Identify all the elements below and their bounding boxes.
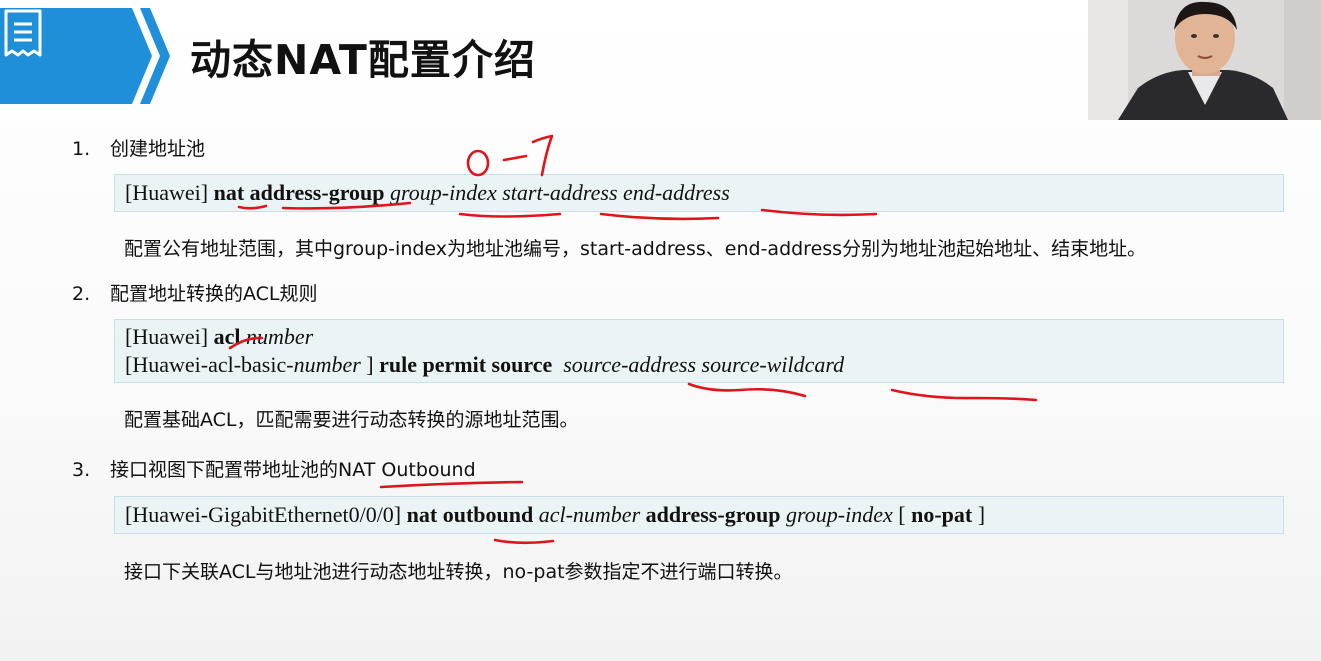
section-3-description: 接口下关联ACL与地址池进行动态地址转换，no-pat参数指定不进行端口转换。 [124,561,793,583]
section-label: 创建地址池 [110,138,206,160]
section-label: 接口视图下配置带地址池的NAT Outbound [110,459,476,481]
command-token-italic: acl-number [538,502,641,527]
section-2-heading: 2. 配置地址转换的ACL规则 [72,279,318,306]
command-token-normal: [Huawei] [125,324,214,349]
underline-source-address [687,382,807,398]
underline-source-wildcard [890,388,1038,402]
underline-nat-outbound-heading [379,480,524,489]
command-token-normal: ] [972,502,986,527]
annotation-zero-mark [466,149,490,177]
annotation-seven-mark [531,134,554,177]
underline-group-index [458,212,562,218]
page-title: 动态NAT配置介绍 [190,36,536,84]
section-number: 3. [72,459,91,481]
document-icon [4,9,42,57]
command-line: [Huawei] acl number [125,323,1273,351]
command-token-italic: group-index start-address end-address [390,180,730,205]
section-1-description: 配置公有地址范围，其中group-index为地址池编号，start-addre… [124,238,1147,260]
command-line: [Huawei] nat address-group group-index s… [125,175,1273,211]
command-token-bold: acl [213,324,241,349]
underline-nat-command [493,538,555,545]
command-box-3: [Huawei-GigabitEthernet0/0/0] nat outbou… [114,496,1284,534]
command-token-bold: no-pat [911,502,973,527]
command-token-normal: [ [892,502,912,527]
command-box-2: [Huawei] acl number [Huawei-acl-basic-num… [114,319,1284,383]
command-token-bold: address-group [645,502,781,527]
header-band [0,8,170,104]
underline-start-address [599,212,720,221]
command-token-italic: number [293,352,361,377]
section-number: 1. [72,138,91,160]
command-line: [Huawei-acl-basic-number ] rule permit s… [125,351,1273,379]
command-token-normal [552,352,563,377]
annotation-text: 0-7 [477,167,479,169]
command-token-normal: [Huawei-GigabitEthernet0/0/0] [125,502,407,527]
section-3-heading: 3. 接口视图下配置带地址池的NAT Outbound [72,455,476,482]
command-token-italic: source-address source-wildcard [563,352,845,377]
command-line: [Huawei-GigabitEthernet0/0/0] nat outbou… [125,497,1273,533]
section-2-description: 配置基础ACL，匹配需要进行动态转换的源地址范围。 [124,409,579,431]
annotation-dash-mark [502,154,528,162]
section-1-heading: 1. 创建地址池 [72,134,205,161]
command-token-bold: nat address-group [213,180,385,205]
command-token-bold: nat outbound [406,502,534,527]
command-token-normal: ] [360,352,380,377]
command-token-bold: rule permit source [379,352,553,377]
command-token-italic: group-index [786,502,893,527]
section-number: 2. [72,283,91,305]
presenter-webcam [1088,0,1321,120]
section-label: 配置地址转换的ACL规则 [110,283,318,305]
command-box-1: [Huawei] nat address-group group-index s… [114,174,1284,212]
command-token-italic: number [245,324,314,349]
command-token-normal: [Huawei] [125,180,214,205]
command-token-normal: [Huawei-acl-basic- [125,352,294,377]
